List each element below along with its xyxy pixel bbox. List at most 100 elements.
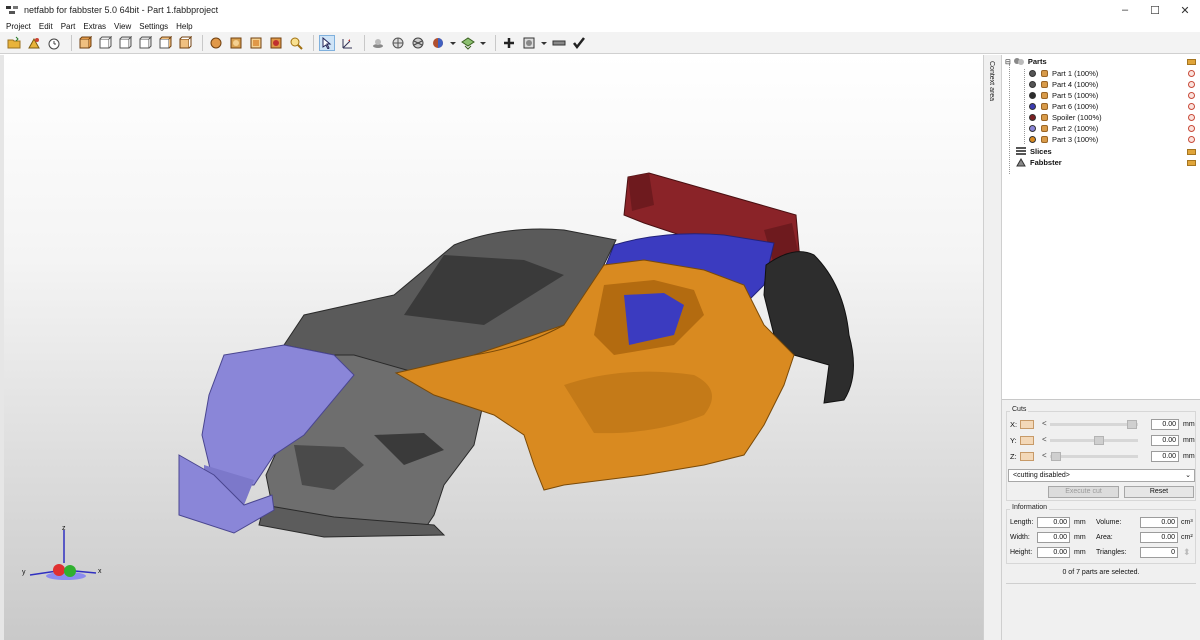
- toolbar-separator: [202, 34, 203, 51]
- select-tool-icon[interactable]: [319, 34, 335, 51]
- title-bar: netfabb for fabbster 5.0 64bit - Part 1.…: [0, 0, 1200, 20]
- triangles-label: Triangles:: [1096, 549, 1127, 556]
- cut-x-left-arrow[interactable]: <: [1042, 419, 1047, 428]
- timer-icon[interactable]: [46, 35, 62, 51]
- menu-edit[interactable]: Edit: [39, 22, 53, 31]
- menu-project[interactable]: Project: [6, 22, 31, 31]
- minimize-button[interactable]: –: [1110, 0, 1140, 20]
- toolbar-separator: [364, 34, 365, 51]
- view-back-icon[interactable]: [97, 35, 113, 51]
- toolbar-separator: [71, 34, 72, 51]
- zoom-platform-icon[interactable]: [268, 35, 284, 51]
- cut-z-input[interactable]: 0.00: [1151, 451, 1179, 462]
- folder-icon[interactable]: [1187, 148, 1196, 155]
- move-tool-icon[interactable]: [339, 35, 355, 51]
- remove-part-icon[interactable]: [1188, 81, 1195, 88]
- dropdown-arrow-icon[interactable]: [480, 35, 486, 51]
- dropdown-arrow-icon[interactable]: [541, 35, 547, 51]
- reset-button[interactable]: Reset: [1124, 486, 1194, 498]
- shading-icon[interactable]: [370, 35, 386, 51]
- remove-part-icon[interactable]: [1188, 92, 1195, 99]
- add-part-icon[interactable]: [26, 35, 42, 51]
- z-axis-label: z: [62, 525, 66, 532]
- cut-z-slider-thumb[interactable]: [1051, 452, 1061, 461]
- menu-part[interactable]: Part: [61, 22, 76, 31]
- folder-icon[interactable]: [1187, 58, 1196, 65]
- open-project-icon[interactable]: [6, 35, 22, 51]
- tree-node-parts[interactable]: ⊟ Parts: [1005, 56, 1198, 67]
- remove-part-icon[interactable]: [1188, 114, 1195, 121]
- close-button[interactable]: ✕: [1170, 0, 1200, 20]
- part-label: Part 6 (100%): [1052, 102, 1099, 111]
- camera-icon[interactable]: [460, 35, 476, 51]
- zoom-selection-icon[interactable]: [228, 35, 244, 51]
- cut-y-unit: mm: [1183, 437, 1195, 444]
- view-top-icon[interactable]: [157, 35, 173, 51]
- add-icon[interactable]: [501, 35, 517, 51]
- tree-node-fabbster[interactable]: Fabbster: [1016, 157, 1198, 168]
- part-label: Part 3 (100%): [1052, 135, 1099, 144]
- triangles-value: 0: [1140, 547, 1178, 558]
- triangles-icon[interactable]: [410, 35, 426, 51]
- cut-y-color[interactable]: [1020, 436, 1034, 445]
- part-color-dot: [1029, 125, 1036, 132]
- menu-view[interactable]: View: [114, 22, 131, 31]
- cut-z-color[interactable]: [1020, 452, 1034, 461]
- remove-part-icon[interactable]: [1188, 136, 1195, 143]
- tree-item-part[interactable]: Part 1 (100%): [1029, 68, 1198, 79]
- cut-z-slider[interactable]: [1050, 455, 1138, 458]
- 3d-viewport[interactable]: z y x: [4, 55, 983, 640]
- remove-part-icon[interactable]: [1188, 103, 1195, 110]
- menu-bar: Project Edit Part Extras View Settings H…: [0, 20, 1200, 32]
- cut-y-left-arrow[interactable]: <: [1042, 435, 1047, 444]
- context-area-tab[interactable]: Context area: [983, 55, 1002, 640]
- tree-node-slices[interactable]: Slices: [1016, 146, 1198, 157]
- cut-z-left-arrow[interactable]: <: [1042, 451, 1047, 460]
- repair-icon[interactable]: [521, 35, 537, 51]
- magnifier-icon[interactable]: [288, 35, 304, 51]
- parts-tree-panel: ⊟ Parts Part 1 (100%) Part 4 (100%) Part…: [1002, 55, 1200, 400]
- area-value: 0.00: [1140, 532, 1178, 543]
- cut-x-slider[interactable]: [1050, 423, 1138, 426]
- tree-item-part[interactable]: Part 3 (100%): [1029, 134, 1198, 145]
- part-icon: [1041, 70, 1048, 77]
- dropdown-arrow-icon[interactable]: [450, 35, 456, 51]
- execute-cut-button[interactable]: Execute cut: [1048, 486, 1119, 498]
- folder-icon[interactable]: [1187, 159, 1196, 166]
- view-left-icon[interactable]: [117, 35, 133, 51]
- color-mode-icon[interactable]: [430, 35, 446, 51]
- cut-x-color[interactable]: [1020, 420, 1034, 429]
- remove-part-icon[interactable]: [1188, 70, 1195, 77]
- tree-item-part[interactable]: Part 6 (100%): [1029, 101, 1198, 112]
- part-label: Part 1 (100%): [1052, 69, 1099, 78]
- maximize-button[interactable]: ☐: [1140, 0, 1170, 20]
- view-bottom-icon[interactable]: [177, 35, 193, 51]
- tree-item-part[interactable]: Part 4 (100%): [1029, 79, 1198, 90]
- view-front-icon[interactable]: [77, 35, 93, 51]
- toolbar-separator: [313, 34, 314, 51]
- zoom-all-icon[interactable]: [208, 35, 224, 51]
- status-divider: [1006, 583, 1196, 584]
- remove-part-icon[interactable]: [1188, 125, 1195, 132]
- menu-extras[interactable]: Extras: [83, 22, 106, 31]
- tree-item-part[interactable]: Part 2 (100%): [1029, 123, 1198, 134]
- area-label: Area:: [1096, 534, 1113, 541]
- cut-x-input[interactable]: 0.00: [1151, 419, 1179, 430]
- remove-icon[interactable]: [551, 35, 567, 51]
- cut-x-slider-thumb[interactable]: [1127, 420, 1137, 429]
- cutting-mode-select[interactable]: <cutting disabled> ⌄: [1008, 469, 1195, 482]
- cut-y-slider-thumb[interactable]: [1094, 436, 1104, 445]
- wireframe-icon[interactable]: [390, 35, 406, 51]
- information-title: Information: [1010, 504, 1050, 511]
- view-right-icon[interactable]: [137, 35, 153, 51]
- zoom-part-icon[interactable]: [248, 35, 264, 51]
- menu-help[interactable]: Help: [176, 22, 192, 31]
- spinner-icon[interactable]: ⬍: [1183, 547, 1191, 558]
- tree-item-part[interactable]: Spoiler (100%): [1029, 112, 1198, 123]
- apply-checkmark-icon[interactable]: [571, 35, 587, 51]
- slices-icon: [1016, 147, 1026, 155]
- menu-settings[interactable]: Settings: [139, 22, 168, 31]
- tree-item-part[interactable]: Part 5 (100%): [1029, 90, 1198, 101]
- cut-y-label: Y:: [1010, 436, 1017, 445]
- cut-y-input[interactable]: 0.00: [1151, 435, 1179, 446]
